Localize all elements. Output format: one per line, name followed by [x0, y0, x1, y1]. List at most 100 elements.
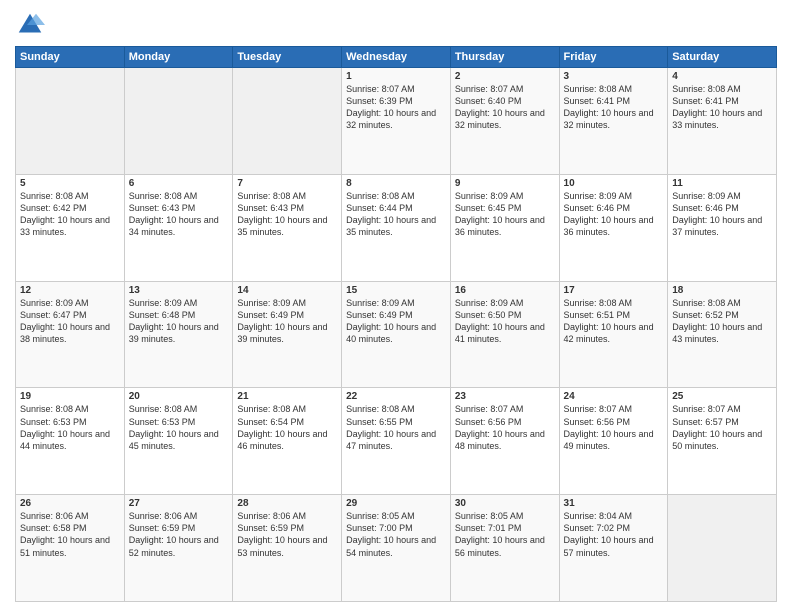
day-info: Sunrise: 8:08 AM Sunset: 6:43 PM Dayligh… — [129, 190, 229, 239]
calendar-cell: 21Sunrise: 8:08 AM Sunset: 6:54 PM Dayli… — [233, 388, 342, 495]
day-number: 15 — [346, 285, 446, 296]
logo-icon — [15, 10, 45, 40]
day-info: Sunrise: 8:07 AM Sunset: 6:40 PM Dayligh… — [455, 83, 555, 132]
header-monday: Monday — [124, 47, 233, 68]
day-info: Sunrise: 8:08 AM Sunset: 6:55 PM Dayligh… — [346, 403, 446, 452]
day-number: 31 — [564, 498, 664, 509]
day-info: Sunrise: 8:05 AM Sunset: 7:01 PM Dayligh… — [455, 510, 555, 559]
day-info: Sunrise: 8:08 AM Sunset: 6:52 PM Dayligh… — [672, 297, 772, 346]
day-info: Sunrise: 8:08 AM Sunset: 6:53 PM Dayligh… — [20, 403, 120, 452]
header-wednesday: Wednesday — [342, 47, 451, 68]
calendar-cell: 19Sunrise: 8:08 AM Sunset: 6:53 PM Dayli… — [16, 388, 125, 495]
day-number: 9 — [455, 178, 555, 189]
day-number: 22 — [346, 391, 446, 402]
calendar-cell: 20Sunrise: 8:08 AM Sunset: 6:53 PM Dayli… — [124, 388, 233, 495]
calendar-cell — [668, 495, 777, 602]
day-info: Sunrise: 8:09 AM Sunset: 6:47 PM Dayligh… — [20, 297, 120, 346]
calendar-cell: 8Sunrise: 8:08 AM Sunset: 6:44 PM Daylig… — [342, 174, 451, 281]
day-number: 26 — [20, 498, 120, 509]
day-number: 2 — [455, 71, 555, 82]
calendar-cell: 6Sunrise: 8:08 AM Sunset: 6:43 PM Daylig… — [124, 174, 233, 281]
calendar-cell: 16Sunrise: 8:09 AM Sunset: 6:50 PM Dayli… — [450, 281, 559, 388]
calendar-cell: 7Sunrise: 8:08 AM Sunset: 6:43 PM Daylig… — [233, 174, 342, 281]
day-info: Sunrise: 8:04 AM Sunset: 7:02 PM Dayligh… — [564, 510, 664, 559]
calendar-cell: 29Sunrise: 8:05 AM Sunset: 7:00 PM Dayli… — [342, 495, 451, 602]
day-number: 28 — [237, 498, 337, 509]
calendar-cell: 28Sunrise: 8:06 AM Sunset: 6:59 PM Dayli… — [233, 495, 342, 602]
header-saturday: Saturday — [668, 47, 777, 68]
day-info: Sunrise: 8:07 AM Sunset: 6:56 PM Dayligh… — [455, 403, 555, 452]
calendar-cell: 14Sunrise: 8:09 AM Sunset: 6:49 PM Dayli… — [233, 281, 342, 388]
day-info: Sunrise: 8:09 AM Sunset: 6:45 PM Dayligh… — [455, 190, 555, 239]
calendar-cell: 17Sunrise: 8:08 AM Sunset: 6:51 PM Dayli… — [559, 281, 668, 388]
calendar-cell: 31Sunrise: 8:04 AM Sunset: 7:02 PM Dayli… — [559, 495, 668, 602]
day-info: Sunrise: 8:07 AM Sunset: 6:56 PM Dayligh… — [564, 403, 664, 452]
week-row-2: 12Sunrise: 8:09 AM Sunset: 6:47 PM Dayli… — [16, 281, 777, 388]
calendar-cell: 26Sunrise: 8:06 AM Sunset: 6:58 PM Dayli… — [16, 495, 125, 602]
day-info: Sunrise: 8:08 AM Sunset: 6:43 PM Dayligh… — [237, 190, 337, 239]
day-number: 3 — [564, 71, 664, 82]
calendar-page: SundayMondayTuesdayWednesdayThursdayFrid… — [0, 0, 792, 612]
day-info: Sunrise: 8:09 AM Sunset: 6:50 PM Dayligh… — [455, 297, 555, 346]
day-number: 4 — [672, 71, 772, 82]
day-info: Sunrise: 8:08 AM Sunset: 6:42 PM Dayligh… — [20, 190, 120, 239]
day-info: Sunrise: 8:06 AM Sunset: 6:58 PM Dayligh… — [20, 510, 120, 559]
header-row: SundayMondayTuesdayWednesdayThursdayFrid… — [16, 47, 777, 68]
calendar-cell: 18Sunrise: 8:08 AM Sunset: 6:52 PM Dayli… — [668, 281, 777, 388]
calendar-cell — [233, 68, 342, 175]
calendar-cell: 27Sunrise: 8:06 AM Sunset: 6:59 PM Dayli… — [124, 495, 233, 602]
header-thursday: Thursday — [450, 47, 559, 68]
calendar-cell: 4Sunrise: 8:08 AM Sunset: 6:41 PM Daylig… — [668, 68, 777, 175]
calendar-cell: 10Sunrise: 8:09 AM Sunset: 6:46 PM Dayli… — [559, 174, 668, 281]
calendar-cell: 30Sunrise: 8:05 AM Sunset: 7:01 PM Dayli… — [450, 495, 559, 602]
header-sunday: Sunday — [16, 47, 125, 68]
day-info: Sunrise: 8:06 AM Sunset: 6:59 PM Dayligh… — [129, 510, 229, 559]
day-info: Sunrise: 8:08 AM Sunset: 6:51 PM Dayligh… — [564, 297, 664, 346]
header — [15, 10, 777, 40]
day-info: Sunrise: 8:09 AM Sunset: 6:46 PM Dayligh… — [672, 190, 772, 239]
day-number: 14 — [237, 285, 337, 296]
calendar-cell: 1Sunrise: 8:07 AM Sunset: 6:39 PM Daylig… — [342, 68, 451, 175]
day-number: 21 — [237, 391, 337, 402]
day-info: Sunrise: 8:05 AM Sunset: 7:00 PM Dayligh… — [346, 510, 446, 559]
day-info: Sunrise: 8:07 AM Sunset: 6:57 PM Dayligh… — [672, 403, 772, 452]
day-info: Sunrise: 8:08 AM Sunset: 6:41 PM Dayligh… — [564, 83, 664, 132]
day-number: 1 — [346, 71, 446, 82]
day-number: 17 — [564, 285, 664, 296]
day-info: Sunrise: 8:08 AM Sunset: 6:41 PM Dayligh… — [672, 83, 772, 132]
calendar-cell: 3Sunrise: 8:08 AM Sunset: 6:41 PM Daylig… — [559, 68, 668, 175]
day-number: 7 — [237, 178, 337, 189]
calendar-header: SundayMondayTuesdayWednesdayThursdayFrid… — [16, 47, 777, 68]
day-info: Sunrise: 8:07 AM Sunset: 6:39 PM Dayligh… — [346, 83, 446, 132]
day-number: 19 — [20, 391, 120, 402]
calendar-cell — [124, 68, 233, 175]
day-number: 29 — [346, 498, 446, 509]
logo — [15, 10, 47, 40]
day-info: Sunrise: 8:09 AM Sunset: 6:49 PM Dayligh… — [237, 297, 337, 346]
day-number: 18 — [672, 285, 772, 296]
day-number: 23 — [455, 391, 555, 402]
day-info: Sunrise: 8:06 AM Sunset: 6:59 PM Dayligh… — [237, 510, 337, 559]
calendar-table: SundayMondayTuesdayWednesdayThursdayFrid… — [15, 46, 777, 602]
calendar-cell — [16, 68, 125, 175]
day-number: 27 — [129, 498, 229, 509]
header-tuesday: Tuesday — [233, 47, 342, 68]
day-info: Sunrise: 8:09 AM Sunset: 6:48 PM Dayligh… — [129, 297, 229, 346]
header-friday: Friday — [559, 47, 668, 68]
week-row-4: 26Sunrise: 8:06 AM Sunset: 6:58 PM Dayli… — [16, 495, 777, 602]
day-number: 5 — [20, 178, 120, 189]
calendar-cell: 9Sunrise: 8:09 AM Sunset: 6:45 PM Daylig… — [450, 174, 559, 281]
calendar-cell: 25Sunrise: 8:07 AM Sunset: 6:57 PM Dayli… — [668, 388, 777, 495]
day-info: Sunrise: 8:09 AM Sunset: 6:49 PM Dayligh… — [346, 297, 446, 346]
day-number: 13 — [129, 285, 229, 296]
week-row-3: 19Sunrise: 8:08 AM Sunset: 6:53 PM Dayli… — [16, 388, 777, 495]
day-number: 6 — [129, 178, 229, 189]
day-number: 8 — [346, 178, 446, 189]
day-info: Sunrise: 8:08 AM Sunset: 6:53 PM Dayligh… — [129, 403, 229, 452]
day-number: 10 — [564, 178, 664, 189]
calendar-cell: 5Sunrise: 8:08 AM Sunset: 6:42 PM Daylig… — [16, 174, 125, 281]
calendar-cell: 11Sunrise: 8:09 AM Sunset: 6:46 PM Dayli… — [668, 174, 777, 281]
day-info: Sunrise: 8:09 AM Sunset: 6:46 PM Dayligh… — [564, 190, 664, 239]
day-number: 25 — [672, 391, 772, 402]
week-row-1: 5Sunrise: 8:08 AM Sunset: 6:42 PM Daylig… — [16, 174, 777, 281]
